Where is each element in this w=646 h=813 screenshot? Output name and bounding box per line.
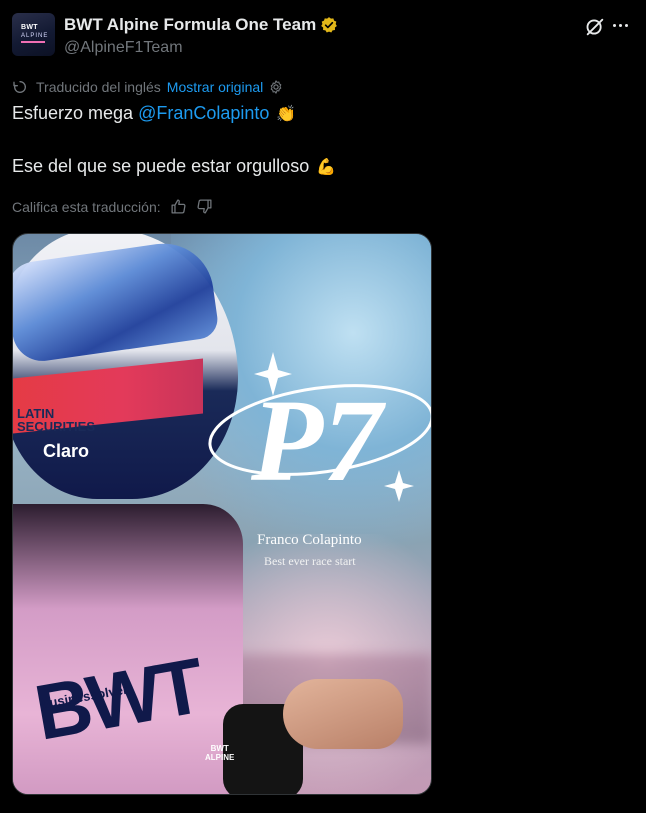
show-original-link[interactable]: Mostrar original [167,79,263,95]
settings-icon[interactable] [268,79,284,95]
thumbs-up-icon[interactable] [170,198,187,215]
display-name[interactable]: BWT Alpine Formula One Team [64,15,338,35]
helmet-visor [13,237,220,365]
translation-bar: Traducido del inglés Mostrar original [12,79,284,95]
caption-name: Franco Colapinto [257,532,362,548]
account-handle[interactable]: @AlpineF1Team [64,39,183,57]
mention-link[interactable]: @FranColapinto [138,103,269,124]
tweet-text: Ese del que se puede estar orgulloso [12,156,310,176]
translated-label: Traducido del inglés [36,79,161,95]
display-name-text: BWT Alpine Formula One Team [64,15,317,34]
tweet-text-line1: Esfuerzo mega @FranColapinto 👏 [12,103,296,124]
flexed-biceps-emoji: 💪 [316,158,337,176]
avatar[interactable]: BWT ALPINE [12,13,55,56]
svg-text:P7: P7 [250,375,386,506]
helmet-sponsor: LATIN SECURITIES [17,406,96,434]
rate-translation-label: Califica esta traducción: [12,198,161,215]
thumbs-down-icon[interactable] [196,198,213,215]
grok-icon[interactable] [584,16,606,38]
caption-subtitle: Best ever race start [264,554,356,568]
corner-logo: BWT ALPINE [205,744,235,762]
rate-translation: Califica esta traducción: [12,198,213,215]
clapping-emoji: 👏 [276,105,297,123]
p7-graphic: P7 [208,352,431,506]
verified-badge-icon [321,17,338,33]
hand [283,679,403,749]
more-icon[interactable] [613,24,628,27]
avatar-logo-sub: ALPINE [21,33,49,39]
avatar-accent-line [21,41,45,43]
tweet-text-line2: Ese del que se puede estar orgulloso 💪 [12,156,336,177]
tweet-media-image[interactable]: BWT businessolver LATIN SECURITIES Claro… [12,233,432,795]
translate-icon [13,81,26,93]
tweet-text: Esfuerzo mega [12,103,134,123]
helmet-sponsor-claro: Claro [43,441,90,461]
avatar-logo-text: BWT [21,24,38,31]
